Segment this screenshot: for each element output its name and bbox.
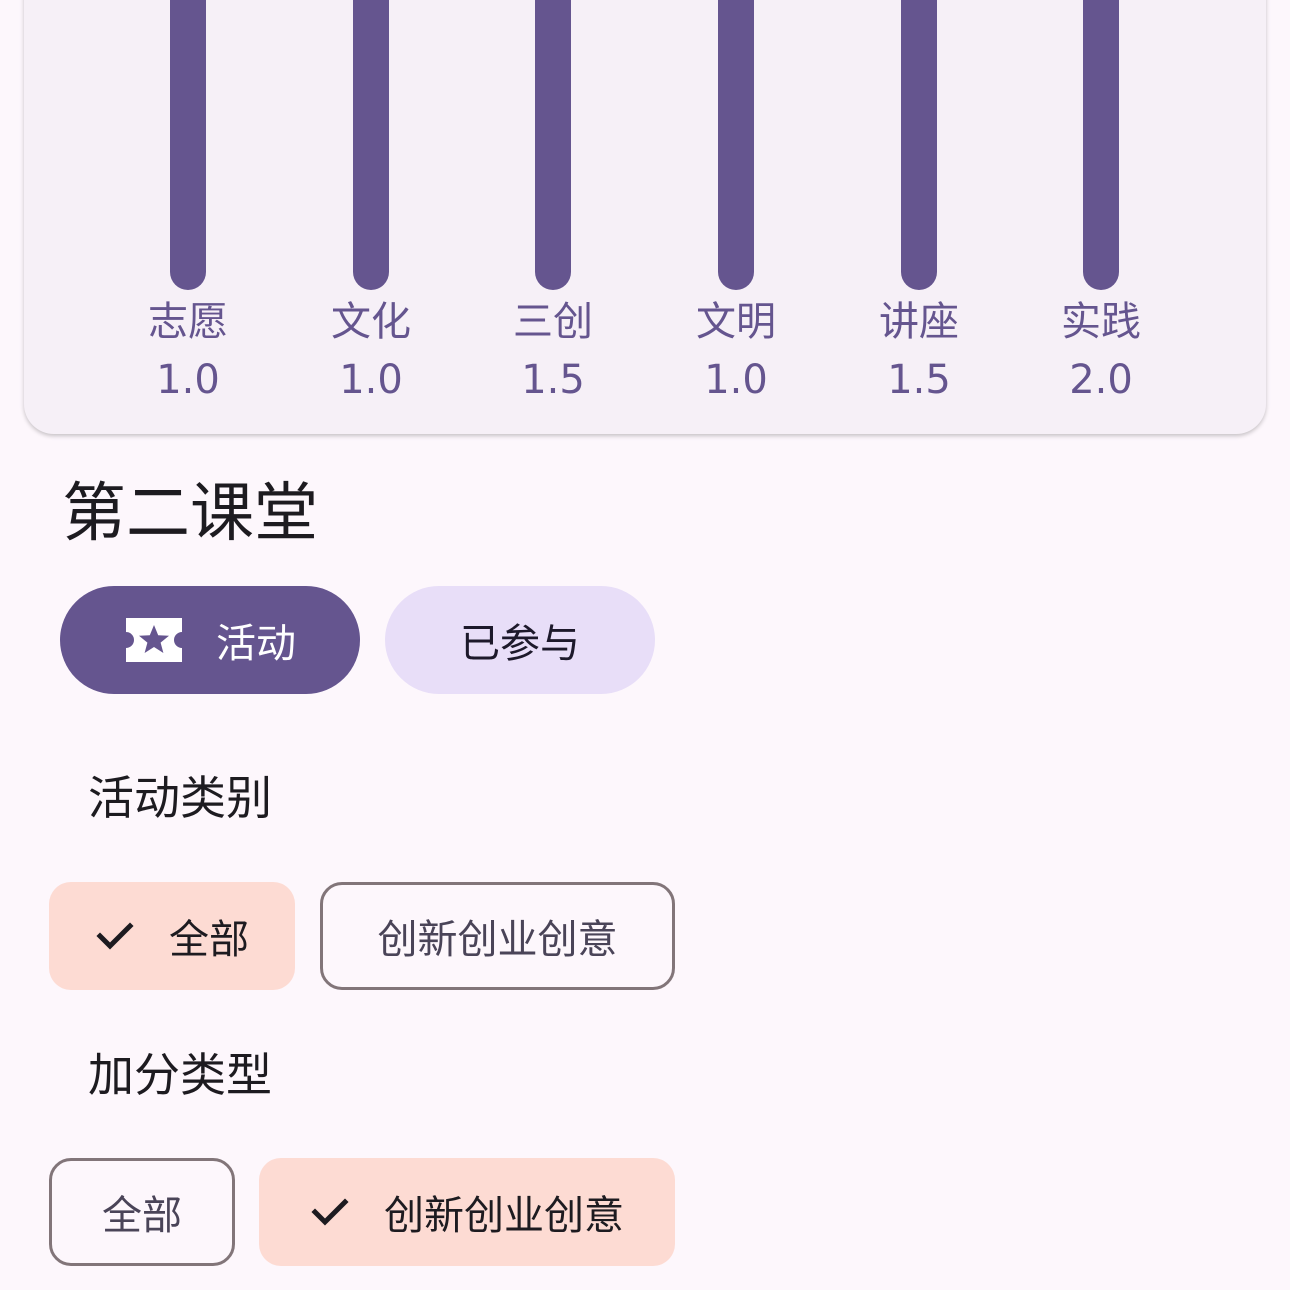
check-icon — [310, 1192, 350, 1232]
tab-label: 活动 — [216, 621, 296, 667]
tab-label: 已参与 — [460, 621, 580, 667]
page-title: 第二课堂 — [62, 477, 318, 551]
chart-category-label: 志愿 — [148, 299, 228, 345]
chart-bar — [1083, 0, 1119, 290]
activity-type-label: 活动类别 — [88, 771, 272, 825]
chart-bar — [170, 0, 206, 290]
chart-column: 三创 1.5 — [493, 0, 613, 404]
activity-type-chip-all[interactable]: 全部 — [49, 882, 295, 990]
chip-label: 全部 — [169, 917, 249, 963]
chart-bar — [535, 0, 571, 290]
chart-value-label: 1.0 — [156, 357, 220, 403]
chart-column: 文明 1.0 — [676, 0, 796, 404]
check-icon — [95, 916, 135, 956]
chart-value-label: 1.5 — [521, 357, 585, 403]
chart-column: 志愿 1.0 — [128, 0, 248, 404]
chip-label: 创新创业创意 — [384, 1193, 624, 1239]
chart-column: 实践 2.0 — [1041, 0, 1161, 404]
chip-label: 创新创业创意 — [377, 917, 618, 963]
chip-label: 全部 — [102, 1193, 182, 1239]
chart-category-label: 实践 — [1061, 299, 1141, 345]
ticket-star-icon — [124, 616, 184, 664]
tab-participated[interactable]: 已参与 — [385, 586, 655, 694]
score-type-chip-innovation[interactable]: 创新创业创意 — [259, 1158, 675, 1266]
chart-value-label: 1.0 — [704, 357, 768, 403]
chart-category-label: 三创 — [513, 299, 593, 345]
chart-bar — [901, 0, 937, 290]
chart-value-label: 1.0 — [339, 357, 403, 403]
chart-category-label: 文明 — [696, 299, 776, 345]
score-type-label: 加分类型 — [88, 1048, 272, 1102]
chart-column: 讲座 1.5 — [859, 0, 979, 404]
chart-category-label: 讲座 — [879, 299, 959, 345]
chart-bar — [353, 0, 389, 290]
chart-value-label: 2.0 — [1069, 357, 1133, 403]
score-type-chip-all[interactable]: 全部 — [49, 1158, 235, 1266]
chart-category-label: 文化 — [331, 299, 411, 345]
chart-value-label: 1.5 — [887, 357, 951, 403]
score-chart-card: 志愿 1.0 文化 1.0 三创 1.5 文明 1.0 讲座 1.5 实践 2.0 — [24, 0, 1266, 434]
tab-activities[interactable]: 活动 — [60, 586, 360, 694]
chart-column: 文化 1.0 — [311, 0, 431, 404]
chart-bar — [718, 0, 754, 290]
activity-type-chip-innovation[interactable]: 创新创业创意 — [320, 882, 675, 990]
